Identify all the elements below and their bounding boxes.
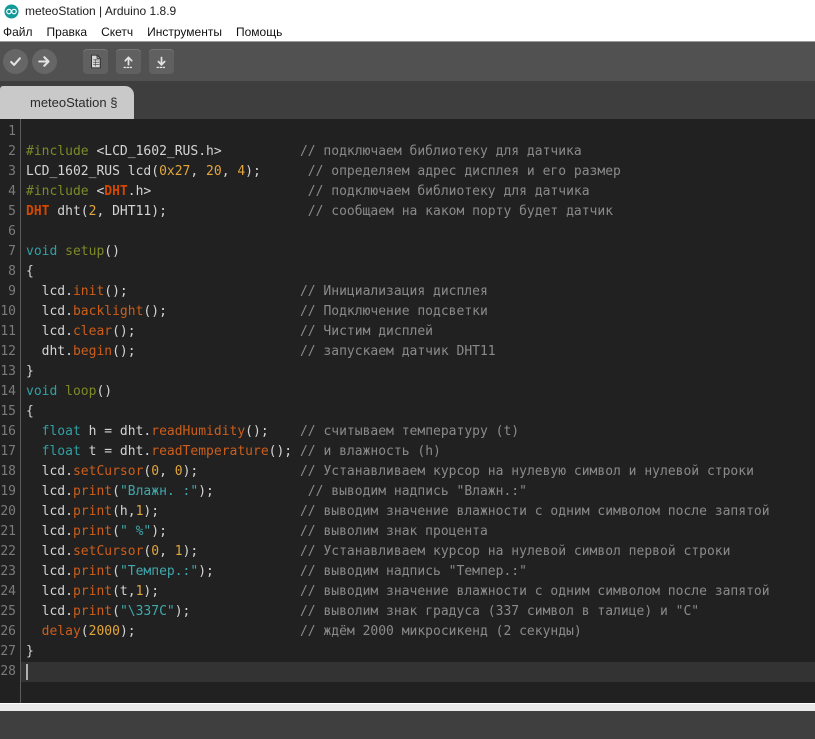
text-caret: [26, 664, 28, 680]
line-number: 26: [0, 622, 20, 642]
code-line[interactable]: #include <DHT.h> // подключаем библиотек…: [21, 182, 815, 202]
code-line[interactable]: delay(2000); // ждём 2000 микросикенд (2…: [21, 622, 815, 642]
line-number: 28: [0, 662, 20, 682]
line-number: 16: [0, 422, 20, 442]
menu-item-edit[interactable]: Правка: [40, 24, 95, 40]
code-line[interactable]: lcd.print(" %"); // выволим знак процент…: [21, 522, 815, 542]
code-line[interactable]: {: [21, 262, 815, 282]
tab-label: meteoStation §: [30, 95, 117, 110]
line-number: 22: [0, 542, 20, 562]
code-line[interactable]: void setup(): [21, 242, 815, 262]
code-line[interactable]: [21, 222, 815, 242]
line-number: 4: [0, 182, 20, 202]
console-output: [0, 711, 815, 739]
new-sketch-button[interactable]: [83, 49, 108, 74]
code-line[interactable]: [21, 122, 815, 142]
line-number: 24: [0, 582, 20, 602]
open-button[interactable]: [116, 49, 141, 74]
line-number: 3: [0, 162, 20, 182]
code-line[interactable]: lcd.print("Влажн. :"); // выводим надпис…: [21, 482, 815, 502]
code-line[interactable]: lcd.backlight(); // Подключение подсветк…: [21, 302, 815, 322]
line-number: 1: [0, 122, 20, 142]
code-line[interactable]: lcd.setCursor(0, 1); // Устанавливаем ку…: [21, 542, 815, 562]
code-line[interactable]: dht.begin(); // запускаем датчик DHT11: [21, 342, 815, 362]
arduino-ide-window: meteoStation | Arduino 1.8.9 ФайлПравкаС…: [0, 0, 815, 739]
code-line[interactable]: float t = dht.readTemperature(); // и вл…: [21, 442, 815, 462]
menu-item-sketch[interactable]: Скетч: [94, 24, 140, 40]
menu-bar: ФайлПравкаСкетчИнструментыПомощь: [0, 22, 815, 42]
line-number: 6: [0, 222, 20, 242]
code-line[interactable]: lcd.print(h,1); // выводим значение влаж…: [21, 502, 815, 522]
line-number: 25: [0, 602, 20, 622]
arduino-logo-icon: [4, 4, 19, 19]
code-line[interactable]: lcd.print("Темпер.:"); // выводим надпис…: [21, 562, 815, 582]
line-number: 2: [0, 142, 20, 162]
line-number: 23: [0, 562, 20, 582]
line-number: 19: [0, 482, 20, 502]
code-line[interactable]: lcd.init(); // Инициализация дисплея: [21, 282, 815, 302]
tab-meteostation[interactable]: meteoStation §: [0, 86, 134, 119]
line-number: 21: [0, 522, 20, 542]
verify-button[interactable]: [3, 49, 28, 74]
code-line[interactable]: void loop(): [21, 382, 815, 402]
status-bar: [0, 703, 815, 711]
line-number: 10: [0, 302, 20, 322]
code-line[interactable]: }: [21, 642, 815, 662]
code-line[interactable]: lcd.clear(); // Чистим дисплей: [21, 322, 815, 342]
line-number: 13: [0, 362, 20, 382]
code-line[interactable]: lcd.print("\337C"); // выволим знак град…: [21, 602, 815, 622]
line-number: 15: [0, 402, 20, 422]
code-line[interactable]: DHT dht(2, DHT11); // сообщаем на каком …: [21, 202, 815, 222]
line-number: 8: [0, 262, 20, 282]
line-number: 14: [0, 382, 20, 402]
line-number: 9: [0, 282, 20, 302]
code-line[interactable]: }: [21, 362, 815, 382]
code-editor[interactable]: 1234567891011121314151617181920212223242…: [0, 119, 815, 703]
code-area[interactable]: #include <LCD_1602_RUS.h> // подключаем …: [21, 119, 815, 703]
toolbar: [0, 42, 815, 81]
title-bar: meteoStation | Arduino 1.8.9: [0, 0, 815, 22]
code-line[interactable]: lcd.setCursor(0, 0); // Устанавливаем ку…: [21, 462, 815, 482]
code-line[interactable]: {: [21, 402, 815, 422]
arrow-up-icon: [119, 52, 138, 71]
tab-bar: meteoStation §: [0, 81, 815, 119]
line-number: 17: [0, 442, 20, 462]
line-number-gutter: 1234567891011121314151617181920212223242…: [0, 119, 21, 703]
menu-item-tools[interactable]: Инструменты: [140, 24, 229, 40]
code-line[interactable]: LCD_1602_RUS lcd(0x27, 20, 4); // опреде…: [21, 162, 815, 182]
save-button[interactable]: [149, 49, 174, 74]
menu-item-help[interactable]: Помощь: [229, 24, 289, 40]
arrow-down-icon: [152, 52, 171, 71]
line-number: 20: [0, 502, 20, 522]
code-line[interactable]: lcd.print(t,1); // выводим значение влаж…: [21, 582, 815, 602]
menu-item-file[interactable]: Файл: [0, 24, 40, 40]
document-icon: [86, 52, 105, 71]
line-number: 27: [0, 642, 20, 662]
check-icon: [5, 51, 26, 72]
line-number: 5: [0, 202, 20, 222]
arrow-right-icon: [34, 51, 55, 72]
code-line[interactable]: float h = dht.readHumidity(); // считыва…: [21, 422, 815, 442]
code-line[interactable]: [21, 662, 815, 682]
line-number: 12: [0, 342, 20, 362]
line-number: 18: [0, 462, 20, 482]
line-number: 11: [0, 322, 20, 342]
upload-button[interactable]: [32, 49, 57, 74]
line-number: 7: [0, 242, 20, 262]
window-title: meteoStation | Arduino 1.8.9: [25, 4, 176, 18]
code-line[interactable]: #include <LCD_1602_RUS.h> // подключаем …: [21, 142, 815, 162]
